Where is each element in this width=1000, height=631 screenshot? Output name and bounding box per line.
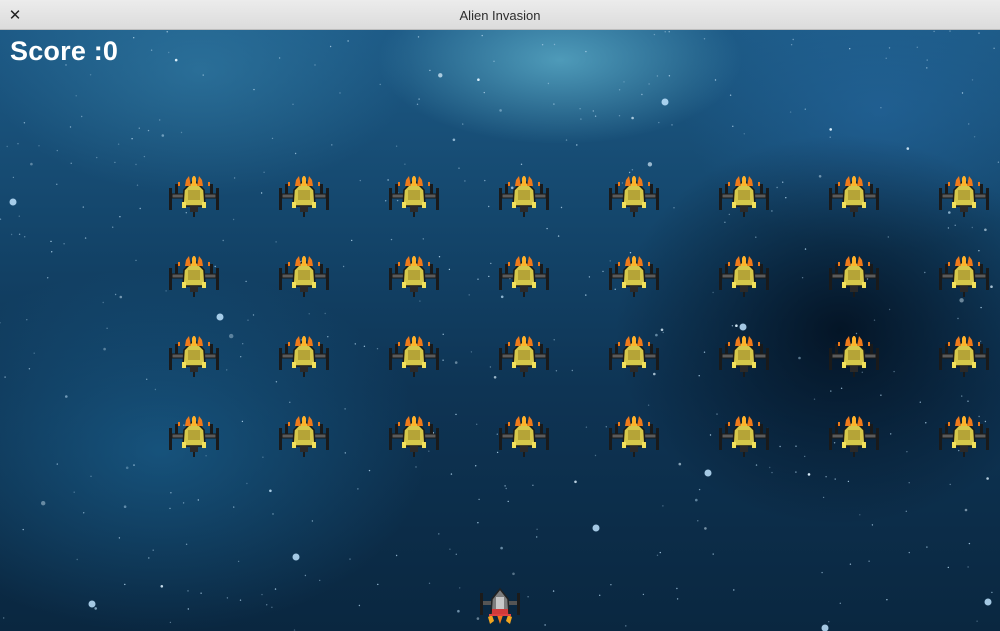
alien-ship-icon bbox=[716, 175, 772, 220]
alien-ship-icon bbox=[166, 255, 222, 300]
alien-ship-icon bbox=[166, 335, 222, 380]
alien-ship-icon bbox=[826, 415, 882, 460]
alien-ship-icon bbox=[936, 335, 992, 380]
alien-ship-icon bbox=[496, 175, 552, 220]
alien-ship-icon bbox=[496, 415, 552, 460]
alien-ship-icon bbox=[826, 255, 882, 300]
alien-ship-icon bbox=[386, 415, 442, 460]
window-title: Alien Invasion bbox=[459, 8, 541, 23]
alien-ship-icon bbox=[496, 335, 552, 380]
title-bar: ✕ Alien Invasion bbox=[0, 0, 1000, 30]
alien-ship-icon bbox=[936, 255, 992, 300]
starfield-background bbox=[0, 30, 1000, 631]
alien-ship-icon bbox=[716, 335, 772, 380]
alien-ship-icon bbox=[826, 335, 882, 380]
player-ship-icon bbox=[480, 587, 520, 624]
alien-ship-icon bbox=[166, 415, 222, 460]
game-canvas[interactable]: Score :0 bbox=[0, 30, 1000, 631]
alien-ship-icon bbox=[496, 255, 552, 300]
alien-ship-icon bbox=[716, 415, 772, 460]
alien-ship-icon bbox=[276, 255, 332, 300]
alien-ship-icon bbox=[276, 335, 332, 380]
alien-ship-icon bbox=[166, 175, 222, 220]
alien-ship-icon bbox=[936, 415, 992, 460]
alien-ship-icon bbox=[716, 255, 772, 300]
alien-ship-icon bbox=[386, 335, 442, 380]
game-window: ✕ Alien Invasion Score :0 bbox=[0, 0, 1000, 631]
alien-ship-icon bbox=[276, 175, 332, 220]
alien-ship-icon bbox=[386, 175, 442, 220]
alien-ship-icon bbox=[936, 175, 992, 220]
alien-ship-icon bbox=[276, 415, 332, 460]
alien-ship-icon bbox=[826, 175, 882, 220]
alien-ship-icon bbox=[606, 335, 662, 380]
alien-ship-icon bbox=[606, 255, 662, 300]
score-label: Score :0 bbox=[10, 36, 119, 66]
alien-ship-icon bbox=[606, 175, 662, 220]
alien-ship-icon bbox=[386, 255, 442, 300]
alien-ship-icon bbox=[606, 415, 662, 460]
